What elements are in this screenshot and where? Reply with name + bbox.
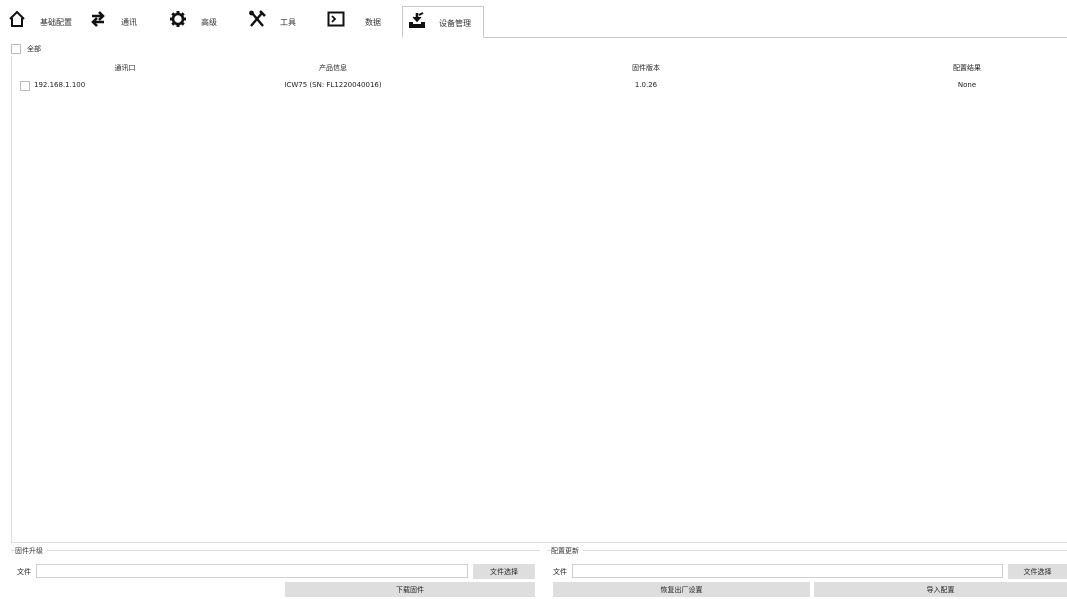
tab-advanced[interactable]: 高级 <box>169 8 217 38</box>
file-label: 文件 <box>553 568 567 576</box>
cell-firmware: 1.0.26 <box>634 81 658 89</box>
group-border <box>547 550 1067 551</box>
tab-label: 通讯 <box>121 18 137 27</box>
group-title: 配置更新 <box>551 546 583 556</box>
tab-basic-config[interactable]: 基础配置 <box>8 8 72 38</box>
table-header: 通讯口 产品信息 固件版本 配置结果 <box>12 63 1067 77</box>
file-label: 文件 <box>17 568 31 576</box>
tab-tools[interactable]: 工具 <box>248 8 296 38</box>
firmware-file-input[interactable] <box>36 564 468 578</box>
tab-bar: 基础配置 通讯 高级 工具 数据 设备管理 <box>0 0 1067 38</box>
tab-label: 基础配置 <box>40 18 72 27</box>
select-all-checkbox[interactable] <box>11 44 21 54</box>
cell-product: ICW75 (SN: FL1220040016) <box>284 81 382 89</box>
tab-label: 设备管理 <box>439 19 471 28</box>
group-border <box>11 550 540 551</box>
terminal-icon <box>327 11 345 27</box>
column-header-product[interactable]: 产品信息 <box>319 63 347 73</box>
config-update-group: 配置更新 文件 文件选择 恢复出厂设置 导入配置 <box>547 545 1067 599</box>
restore-factory-button[interactable]: 恢复出厂设置 <box>553 582 810 597</box>
tab-divider <box>484 37 1067 38</box>
cell-result: None <box>957 81 977 89</box>
tab-label: 工具 <box>280 18 296 27</box>
tools-icon <box>249 10 266 27</box>
group-title: 固件升级 <box>15 546 47 556</box>
table-row[interactable]: 192.168.1.100 ICW75 (SN: FL1220040016) 1… <box>12 79 1067 93</box>
select-all-label: 全部 <box>27 45 41 53</box>
download-firmware-button[interactable]: 下载固件 <box>285 582 535 597</box>
config-file-input[interactable] <box>572 564 1003 578</box>
column-header-port[interactable]: 通讯口 <box>115 63 136 73</box>
tab-label: 数据 <box>365 18 381 27</box>
tab-communication[interactable]: 通讯 <box>89 8 137 38</box>
tab-data[interactable]: 数据 <box>327 8 381 38</box>
gear-icon <box>170 11 186 27</box>
app-window: 基础配置 通讯 高级 工具 数据 设备管理 全部 通讯口 产品信息 固件版本 配… <box>0 0 1067 599</box>
swap-arrows-icon <box>91 11 105 27</box>
select-all[interactable]: 全部 <box>11 44 41 54</box>
tab-device-management[interactable]: 设备管理 <box>402 6 484 38</box>
device-table: 通讯口 产品信息 固件版本 配置结果 192.168.1.100 ICW75 (… <box>11 57 1067 543</box>
config-file-select-button[interactable]: 文件选择 <box>1008 564 1067 579</box>
firmware-upgrade-group: 固件升级 文件 文件选择 下载固件 <box>11 545 540 599</box>
column-header-firmware[interactable]: 固件版本 <box>632 63 660 73</box>
tab-label: 高级 <box>201 18 217 27</box>
firmware-file-select-button[interactable]: 文件选择 <box>473 564 535 579</box>
device-download-icon <box>409 12 425 28</box>
home-icon <box>9 10 25 27</box>
column-header-result[interactable]: 配置结果 <box>953 63 981 73</box>
row-checkbox[interactable] <box>20 81 30 91</box>
import-config-button[interactable]: 导入配置 <box>814 582 1067 597</box>
cell-port: 192.168.1.100 <box>34 81 86 89</box>
